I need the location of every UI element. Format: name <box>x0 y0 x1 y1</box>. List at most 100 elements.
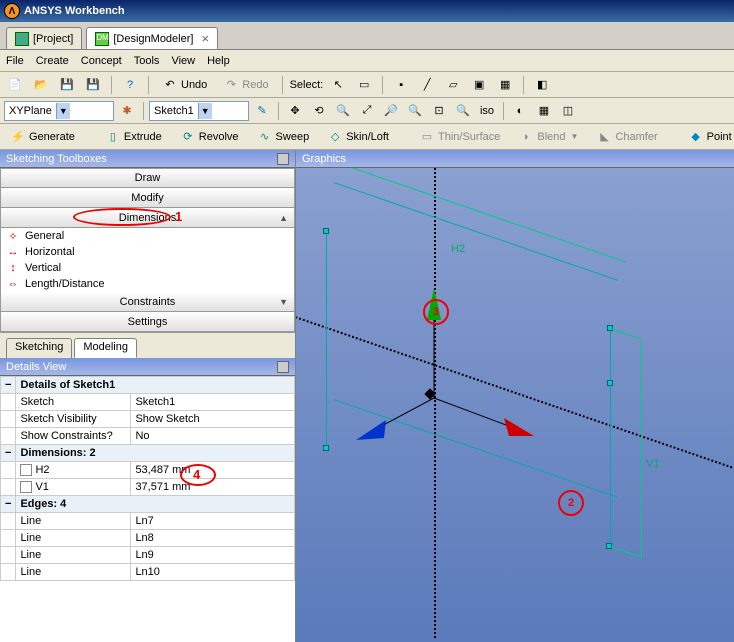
collapse-icon[interactable]: − <box>1 377 16 394</box>
zoom-box-icon[interactable]: 🔍 <box>332 101 354 121</box>
dim-horizontal[interactable]: ↔Horizontal <box>1 244 294 260</box>
det-sketch-value[interactable]: Sketch1 <box>131 394 295 411</box>
save-icon[interactable]: 💾 <box>56 75 78 95</box>
skinloft-button[interactable]: ◇Skin/Loft <box>321 126 395 148</box>
det-ln8[interactable]: Ln8 <box>131 530 295 547</box>
plane-dropdown[interactable]: XYPlane ▼ <box>4 101 114 121</box>
new-plane-icon[interactable]: ✱ <box>116 101 138 121</box>
redo-label: Redo <box>242 79 268 91</box>
sketching-toolboxes-header: Sketching Toolboxes <box>0 150 295 168</box>
acc-settings[interactable]: Settings <box>0 312 295 332</box>
checkbox[interactable] <box>20 481 32 493</box>
point-button[interactable]: ◆Point <box>682 126 734 148</box>
det-vis-label: Sketch Visibility <box>16 411 131 428</box>
blend-button[interactable]: ◗Blend▼ <box>512 126 584 148</box>
dimensions-sublist: ✧General ↔Horizontal ↕Vertical ⇔Length/D… <box>0 228 295 292</box>
tab-sketching[interactable]: Sketching <box>6 338 72 358</box>
menu-view[interactable]: View <box>171 55 195 67</box>
shade-icon[interactable]: ◐ <box>509 101 531 121</box>
tab-project[interactable]: [Project] <box>6 27 82 49</box>
saveall-icon[interactable]: 💾 <box>82 75 104 95</box>
zoom-out-icon[interactable]: 🔍 <box>404 101 426 121</box>
dim-vertical[interactable]: ↕Vertical <box>1 260 294 276</box>
tab-modeling[interactable]: Modeling <box>74 338 137 358</box>
chamfer-button[interactable]: ◣Chamfer <box>590 126 663 148</box>
sketch-dropdown[interactable]: Sketch1 ▼ <box>149 101 249 121</box>
zoom-in-icon[interactable]: 🔎 <box>380 101 402 121</box>
revolve-icon: ⟳ <box>180 129 196 145</box>
redo-button[interactable]: ↷Redo <box>217 74 274 96</box>
dim-general[interactable]: ✧General <box>1 228 294 244</box>
left-panel: Sketching Toolboxes Draw Modify Dimensio… <box>0 150 296 642</box>
rotate-icon[interactable]: ⟲ <box>308 101 330 121</box>
revolve-button[interactable]: ⟳Revolve <box>174 126 245 148</box>
wire-icon[interactable]: ▦ <box>533 101 555 121</box>
marker-2-label: 2 <box>568 497 574 509</box>
pan-icon[interactable]: ✥ <box>284 101 306 121</box>
horizontal-label: Horizontal <box>25 246 75 258</box>
acc-draw[interactable]: Draw <box>0 168 295 188</box>
filter-bodies-icon[interactable]: ▦ <box>494 75 516 95</box>
thin-label: Thin/Surface <box>438 131 500 143</box>
det-ln10[interactable]: Ln10 <box>131 564 295 581</box>
new-icon[interactable]: 📄 <box>4 75 26 95</box>
collapse-icon[interactable]: − <box>1 445 16 462</box>
det-cons-value[interactable]: No <box>131 428 295 445</box>
view-cube-icon[interactable]: ◫ <box>557 101 579 121</box>
det-ln9[interactable]: Ln9 <box>131 547 295 564</box>
sweep-button[interactable]: ∿Sweep <box>251 126 316 148</box>
undo-button[interactable]: ↶Undo <box>156 74 213 96</box>
extrude-button[interactable]: ▯Extrude <box>99 126 168 148</box>
menu-help[interactable]: Help <box>207 55 230 67</box>
menu-create[interactable]: Create <box>36 55 69 67</box>
acc-constraints[interactable]: Constraints▼ <box>0 292 295 312</box>
menu-tools[interactable]: Tools <box>134 55 160 67</box>
chevron-up-icon[interactable]: ▲ <box>279 213 288 223</box>
separator <box>148 76 149 94</box>
point-label: Point <box>707 131 732 143</box>
extend-sel-icon[interactable]: ◧ <box>531 75 553 95</box>
main-area: Sketching Toolboxes Draw Modify Dimensio… <box>0 150 734 642</box>
chevron-down-icon[interactable]: ▼ <box>279 297 288 307</box>
zoom-win-icon[interactable]: ⊡ <box>428 101 450 121</box>
filter-body-icon[interactable]: ▣ <box>468 75 490 95</box>
sketch-value: Sketch1 <box>154 105 194 117</box>
filter-edge-icon[interactable]: ╱ <box>416 75 438 95</box>
dm-icon: DM <box>95 32 109 46</box>
menu-file[interactable]: File <box>6 55 24 67</box>
new-sketch-icon[interactable]: ✎ <box>251 101 273 121</box>
filter-face-icon[interactable]: ▱ <box>442 75 464 95</box>
graphics-canvas[interactable]: H2 V1 3 2 <box>296 168 734 642</box>
v1-text: V1 <box>35 481 48 493</box>
filter-point-icon[interactable]: ▪ <box>390 75 412 95</box>
dim-v1-ext2 <box>610 328 641 339</box>
look-at-icon[interactable]: 🔍 <box>452 101 474 121</box>
zoom-fit-icon[interactable]: ⤢ <box>356 101 378 121</box>
generate-button[interactable]: ⚡Generate <box>4 126 81 148</box>
det-ln7[interactable]: Ln7 <box>131 513 295 530</box>
menu-concept[interactable]: Concept <box>81 55 122 67</box>
thinsurface-button[interactable]: ▭Thin/Surface <box>413 126 506 148</box>
tab-designmodeler[interactable]: DM [DesignModeler] × <box>86 27 218 49</box>
acc-dimensions[interactable]: Dimensions 1 ▲ <box>0 208 295 228</box>
chevron-down-icon: ▼ <box>198 103 212 119</box>
det-vis-value[interactable]: Show Sketch <box>131 411 295 428</box>
dim-lengthdist[interactable]: ⇔Length/Distance <box>1 276 294 292</box>
close-icon[interactable]: × <box>201 31 209 46</box>
acc-modify[interactable]: Modify <box>0 188 295 208</box>
sweep-icon: ∿ <box>257 129 273 145</box>
marker-1: 1 <box>175 209 182 224</box>
pin-icon[interactable] <box>277 153 289 165</box>
checkbox[interactable] <box>20 464 32 476</box>
chevron-down-icon: ▼ <box>56 103 70 119</box>
general-dim-icon: ✧ <box>5 230 21 243</box>
marker-2: 2 <box>558 490 584 516</box>
collapse-icon[interactable]: − <box>1 496 16 513</box>
select-cursor-icon[interactable]: ↖ <box>327 75 349 95</box>
pin-icon[interactable] <box>277 361 289 373</box>
lightning-icon: ⚡ <box>10 129 26 145</box>
select-box-icon[interactable]: ▭ <box>353 75 375 95</box>
open-icon[interactable]: 📂 <box>30 75 52 95</box>
help-icon[interactable]: ? <box>119 75 141 95</box>
iso-view-icon[interactable]: iso <box>476 101 498 121</box>
